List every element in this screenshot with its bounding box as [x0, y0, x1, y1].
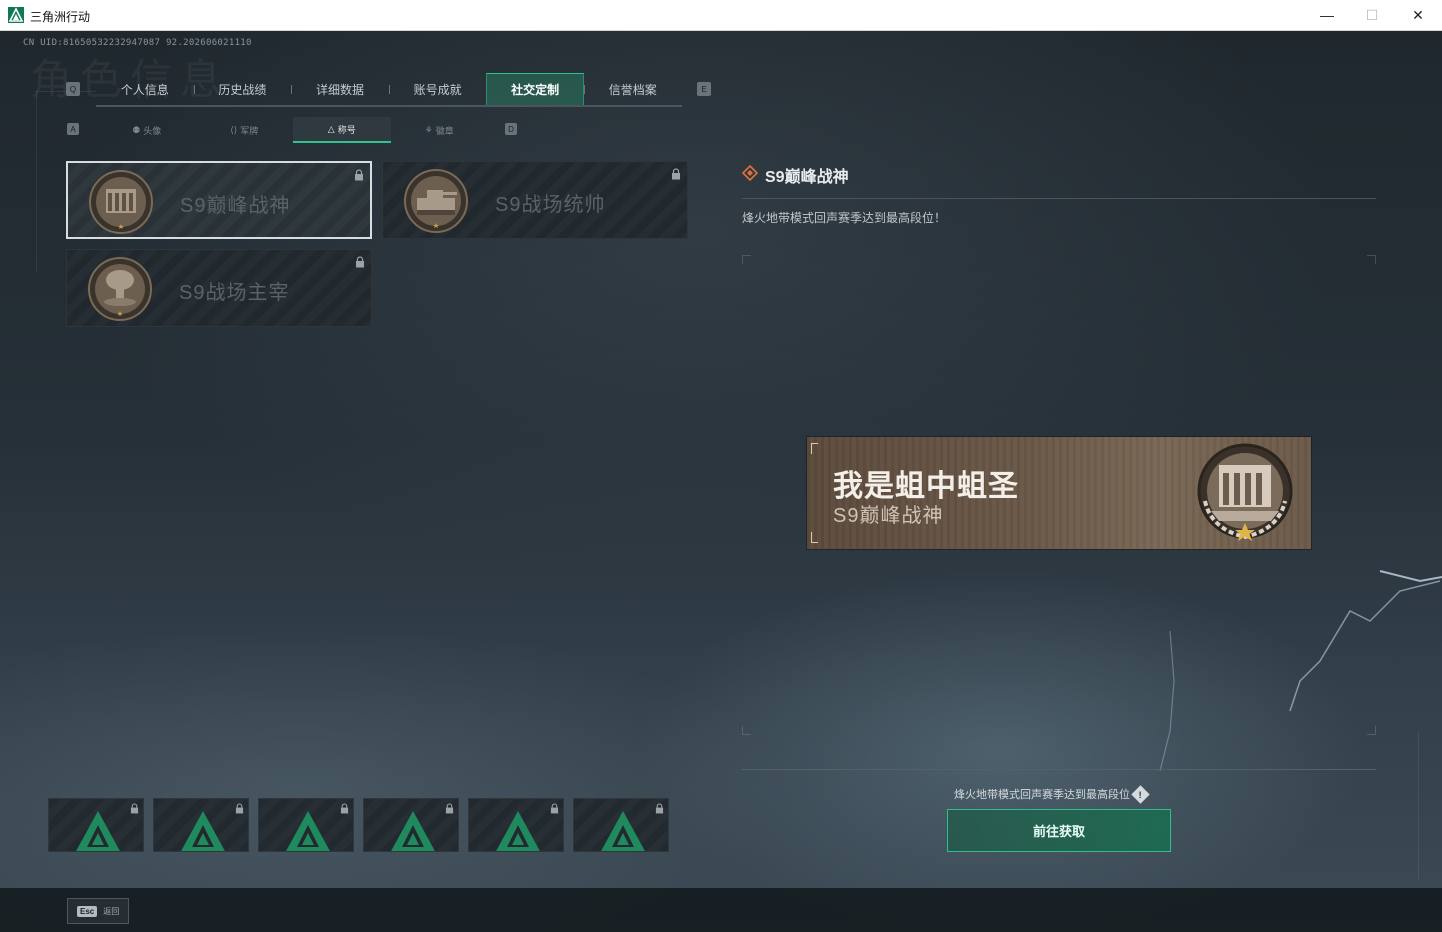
tab-match-history[interactable]: 历史战绩 [193, 73, 292, 105]
next-tab-key-hint[interactable]: E [697, 82, 711, 96]
lock-icon [235, 803, 244, 814]
avatar-slot[interactable] [258, 798, 354, 852]
lock-icon [655, 803, 664, 814]
banner-bracket [811, 532, 818, 543]
subtab-label: 军牌 [240, 125, 259, 136]
lock-icon [340, 803, 349, 814]
tab-detailed-stats[interactable]: 详细数据 [291, 73, 389, 105]
title-diamond-icon [742, 165, 758, 181]
avatar-slot[interactable] [48, 798, 144, 852]
prev-tab-key-hint[interactable]: Q [66, 82, 80, 96]
fortress-medal-icon [89, 170, 153, 234]
esc-key-hint: Esc [77, 905, 98, 917]
banner-bracket [811, 443, 818, 454]
sub-tab-bar: ⚉ 头像 ⟨⟩ 军牌 △ 称号 ⚘ 徽章 [98, 117, 488, 143]
tab-social-customization[interactable]: 社交定制 [486, 73, 584, 105]
tab-credit-record[interactable]: 信誉档案 [583, 73, 682, 105]
lock-icon [356, 256, 364, 268]
detail-description: 烽火地带模式回声赛季达到最高段位！ [742, 211, 947, 225]
go-obtain-button[interactable]: 前往获取 [947, 809, 1171, 852]
minimize-button[interactable]: — [1304, 0, 1350, 30]
delta-logo-icon [601, 811, 645, 851]
military-rank-icon: ⟨⟩ [230, 124, 238, 135]
divider [742, 198, 1376, 199]
decor-line [36, 91, 37, 271]
maximize-button[interactable]: ☐ [1349, 0, 1395, 30]
close-button[interactable]: ✕ [1395, 0, 1441, 30]
lock-icon [672, 168, 680, 180]
subtab-avatar[interactable]: ⚉ 头像 [98, 117, 196, 143]
requirement-text: 烽火地带模式回声赛季达到最高段位 ! [954, 784, 1150, 804]
frame-corner [1367, 255, 1376, 264]
title-card[interactable]: S9巅峰战神 [66, 161, 372, 239]
title-icon: △ [327, 123, 335, 134]
title-card-name: S9巅峰战神 [180, 195, 291, 217]
badge-icon: ⚘ [424, 124, 433, 135]
lock-icon [130, 803, 139, 814]
footer-bar: Esc 返回 [0, 888, 1442, 932]
detail-title: S9巅峰战神 [765, 169, 849, 186]
tab-achievements[interactable]: 账号成就 [388, 73, 487, 105]
subtab-label: 头像 [143, 125, 162, 136]
info-icon[interactable]: ! [1131, 784, 1150, 804]
subtab-label: 称号 [337, 124, 356, 135]
lock-icon [355, 169, 363, 181]
delta-logo-icon [76, 811, 120, 851]
title-card-name: S9战场主宰 [179, 282, 290, 304]
lock-icon [550, 803, 559, 814]
delta-logo-icon [496, 811, 540, 851]
fortress-medal-icon [1197, 443, 1293, 541]
info-glyph: ! [1139, 789, 1142, 799]
lightning-decoration [1159, 570, 1442, 772]
delta-logo-icon [391, 811, 435, 851]
explosion-medal-icon [88, 257, 152, 321]
title-card-name: S9战场统帅 [495, 194, 606, 216]
frame-corner [742, 255, 751, 264]
prev-subtab-key-hint[interactable]: A [67, 123, 79, 135]
back-button[interactable]: Esc 返回 [67, 898, 129, 924]
tank-medal-icon [404, 169, 468, 233]
avatar-slot[interactable] [468, 798, 564, 852]
delta-logo-icon [181, 811, 225, 851]
frame-corner [742, 726, 751, 735]
subtab-dogtag[interactable]: ⟨⟩ 军牌 [196, 117, 294, 143]
title-card[interactable]: S9战场主宰 [66, 249, 372, 327]
avatar-slot[interactable] [573, 798, 669, 852]
next-subtab-key-hint[interactable]: D [505, 123, 517, 135]
app-logo-icon [8, 7, 24, 23]
lock-icon [445, 803, 454, 814]
title-banner-preview: 我是蛆中蛆圣 S9巅峰战神 [807, 437, 1311, 549]
main-tab-bar: 个人信息 历史战绩 详细数据 账号成就 社交定制 信誉档案 [96, 73, 682, 107]
avatar-slot[interactable] [153, 798, 249, 852]
person-icon: ⚉ [132, 124, 141, 135]
divider [742, 769, 1376, 770]
window-title: 三角洲行动 [30, 10, 91, 24]
avatar-slot[interactable] [363, 798, 459, 852]
back-label: 返回 [103, 906, 120, 916]
banner-title-name: S9巅峰战神 [833, 505, 944, 527]
game-viewport: CN UID:81650532232947087 92.202606021110… [0, 31, 1442, 932]
delta-logo-icon [286, 811, 330, 851]
subtab-label: 徽章 [435, 125, 454, 136]
subtab-title[interactable]: △ 称号 [293, 117, 391, 143]
subtab-badge[interactable]: ⚘ 徽章 [391, 117, 489, 143]
title-card[interactable]: S9战场统帅 [382, 161, 688, 239]
tab-personal-info[interactable]: 个人信息 [96, 73, 194, 105]
requirement-label: 烽火地带模式回声赛季达到最高段位 [954, 789, 1130, 801]
window-title-bar: 三角洲行动 — ☐ ✕ [0, 0, 1442, 31]
